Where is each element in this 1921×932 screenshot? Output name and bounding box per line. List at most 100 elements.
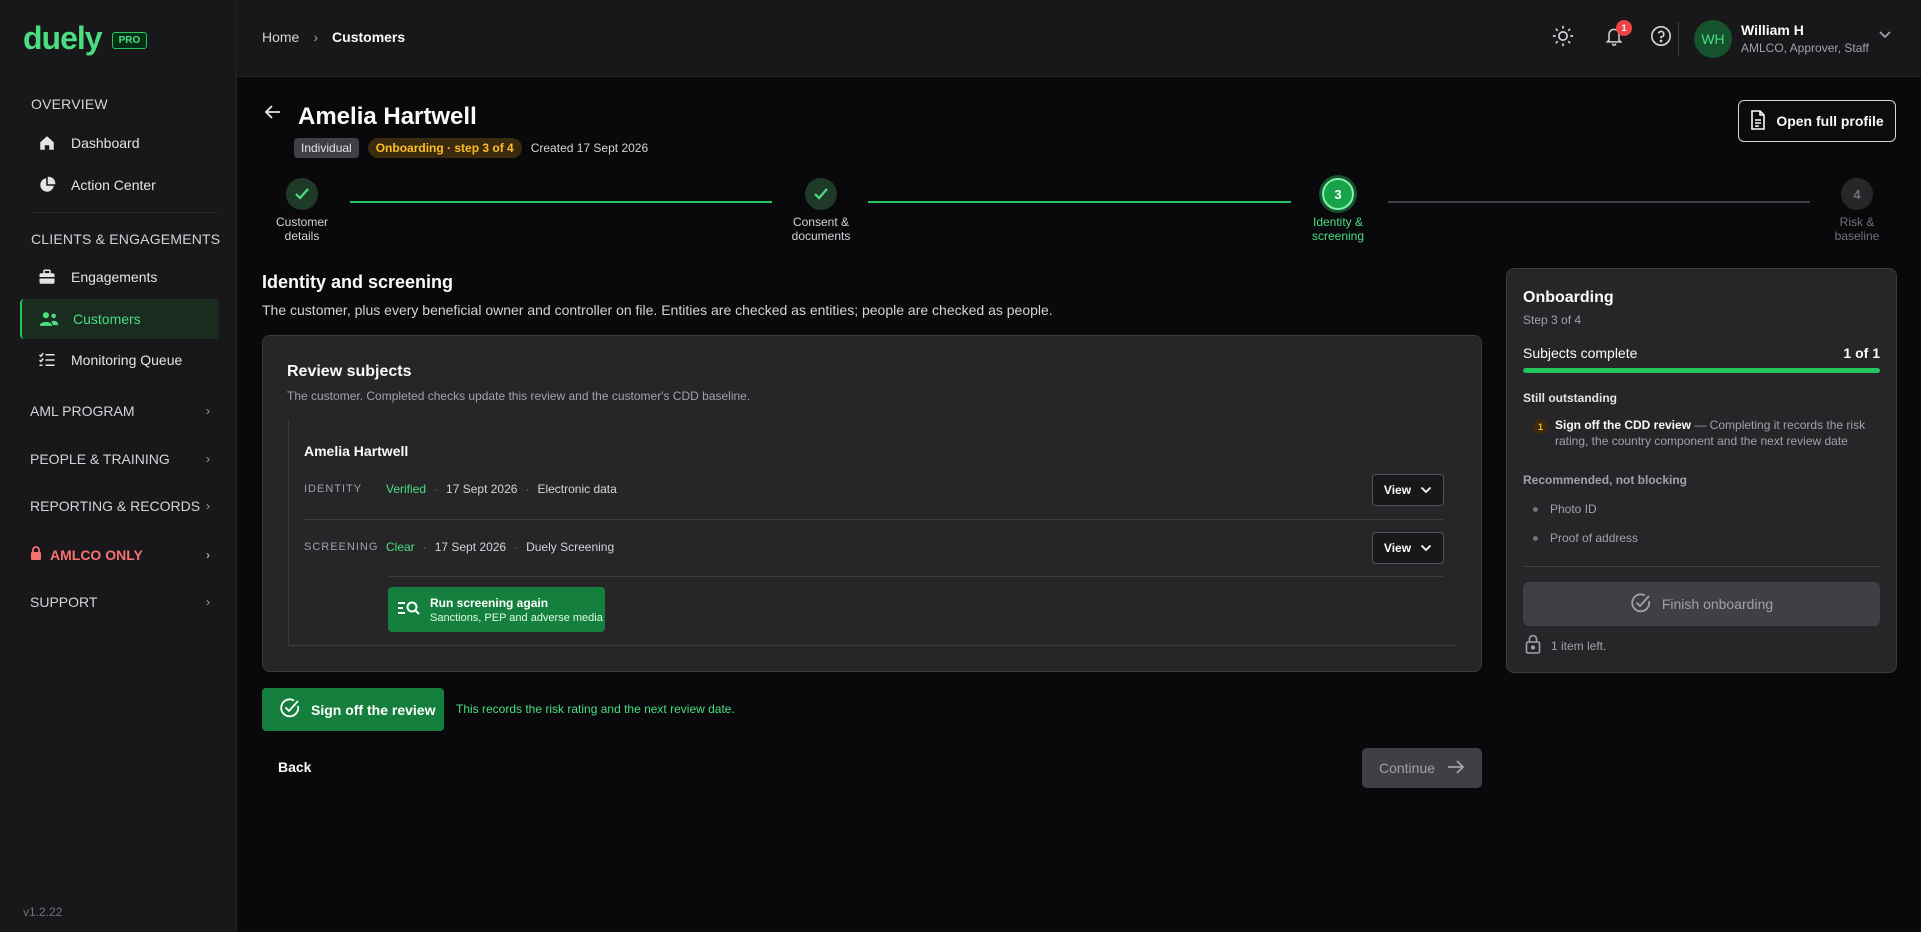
chevron-down-icon (1420, 486, 1432, 494)
pie-chart-icon (37, 175, 57, 195)
lock-icon (1525, 634, 1541, 657)
nav-divider (31, 212, 218, 213)
chevron-right-icon: › (206, 595, 210, 609)
chevron-down-icon (1420, 544, 1432, 552)
bullet (1533, 535, 1538, 541)
check-status: Clear (386, 540, 415, 554)
step-3-current[interactable]: 3 (1322, 178, 1354, 210)
notifications-bell-icon[interactable]: 1 (1602, 20, 1632, 48)
nav-group-amlco-label-wrap: AMLCO ONLY (30, 546, 143, 563)
check-source: Electronic data (537, 482, 617, 496)
nav-group-label: PEOPLE & TRAINING (30, 451, 170, 467)
step-2-check-icon[interactable] (805, 178, 837, 210)
nav-group-amlco-only[interactable]: AMLCO ONLY › (30, 546, 210, 563)
check-status: Verified (386, 482, 427, 496)
progress-bar (1523, 368, 1880, 373)
app-version: v1.2.22 (23, 905, 63, 919)
theme-toggle-sun-icon[interactable] (1551, 24, 1575, 48)
check-date: 17 Sept 2026 (446, 482, 518, 496)
back-button[interactable]: Back (278, 759, 311, 775)
topbar: Home › Customers 1 WH William H AMLCO, A… (237, 0, 1921, 77)
nav-group-aml-program[interactable]: AML PROGRAM › (30, 403, 210, 419)
check-date: 17 Sept 2026 (434, 540, 507, 554)
continue-button[interactable]: Continue (1362, 748, 1482, 788)
avatar[interactable]: WH (1694, 20, 1732, 58)
step-1-check-icon[interactable] (286, 178, 318, 210)
identity-view-button[interactable]: View (1372, 474, 1444, 506)
panel-divider (1523, 566, 1880, 567)
arrow-right-icon (1447, 759, 1465, 778)
run-screening-title: Run screening again (430, 595, 549, 610)
sign-off-note: This records the risk rating and the nex… (456, 702, 735, 716)
nav-section-overview: OVERVIEW (31, 96, 108, 112)
separator-dot: · (514, 540, 519, 554)
onboarding-step: Step 3 of 4 (1523, 313, 1582, 327)
sidebar-item-action-center[interactable]: Action Center (20, 165, 219, 205)
finish-onboarding-label: Finish onboarding (1661, 596, 1774, 612)
separator-dot: · (525, 482, 530, 496)
notification-count-badge: 1 (1616, 20, 1632, 36)
outstanding-heading: Still outstanding (1523, 391, 1617, 405)
sidebar-item-label: Engagements (71, 269, 158, 285)
separator-dot: · (422, 540, 427, 554)
sidebar-item-dashboard[interactable]: Dashboard (20, 123, 219, 163)
run-screening-subtitle: Sanctions, PEP and adverse media (430, 611, 603, 624)
step-label-line: Consent & (792, 215, 850, 229)
step-label-line: details (284, 229, 320, 243)
nav-group-support[interactable]: SUPPORT › (30, 594, 210, 610)
step-connector (350, 201, 772, 203)
nav-group-label: SUPPORT (30, 594, 98, 610)
open-full-profile-label: Open full profile (1776, 113, 1884, 129)
search-list-icon (398, 600, 420, 619)
check-label: SCREENING (304, 541, 379, 553)
nav-group-reporting-records[interactable]: REPORTING & RECORDS › (30, 498, 210, 514)
separator-dot: · (434, 482, 439, 496)
screening-view-button[interactable]: View (1372, 532, 1444, 564)
sidebar-item-label: Customers (73, 311, 141, 327)
recommended-item-label: Photo ID (1550, 502, 1597, 516)
step-label-line: Identity & (1312, 215, 1364, 229)
step-connector (868, 201, 1291, 203)
onboarding-panel: Onboarding Step 3 of 4 Subjects complete… (1506, 268, 1897, 673)
step-4-todo[interactable]: 4 (1841, 178, 1873, 210)
open-full-profile-button[interactable]: Open full profile (1738, 100, 1896, 142)
subject-panel: Amelia Hartwell IDENTITY Verified · 17 S… (288, 420, 1458, 646)
sidebar-item-monitoring-queue[interactable]: Monitoring Queue (20, 340, 219, 380)
check-source: Duely Screening (526, 540, 615, 554)
sidebar-item-engagements[interactable]: Engagements (20, 257, 219, 297)
sidebar-item-label: Action Center (71, 177, 156, 193)
step-label-line: Customer (275, 215, 328, 229)
sidebar-item-customers[interactable]: Customers (20, 299, 219, 339)
outstanding-item[interactable]: Sign off the CDD review — Completing it … (1555, 417, 1875, 449)
outstanding-number-badge: 1 (1533, 419, 1548, 434)
progress-bar-fill (1523, 368, 1880, 373)
customer-type-badge: Individual (294, 138, 359, 158)
breadcrumb-home[interactable]: Home (262, 29, 299, 45)
topbar-divider (1678, 22, 1679, 56)
recommended-item-label: Proof of address (1550, 531, 1639, 545)
help-icon[interactable] (1649, 24, 1673, 48)
identity-check-row: IDENTITY Verified · 17 Sept 2026 · Elect… (304, 469, 1444, 509)
recommended-item: Photo ID (1533, 502, 1597, 516)
step-1-label: Customer details (257, 215, 347, 243)
back-arrow-icon[interactable] (263, 102, 283, 125)
chevron-right-icon: › (206, 404, 210, 418)
step-4-label: Risk & baseline (1812, 215, 1902, 243)
customer-tags: Individual Onboarding · step 3 of 4 Crea… (294, 138, 648, 158)
user-name[interactable]: William H (1741, 22, 1804, 38)
run-screening-again-button[interactable]: Run screening again Sanctions, PEP and a… (388, 587, 605, 632)
brand-logo[interactable]: duely PRO (23, 20, 148, 56)
bullet (1533, 506, 1538, 512)
sign-off-review-button[interactable]: Sign off the review (262, 688, 444, 731)
nav-group-people-training[interactable]: PEOPLE & TRAINING › (30, 451, 210, 467)
progress-value: 1 of 1 (1843, 345, 1880, 361)
chevron-down-icon[interactable] (1878, 28, 1892, 43)
briefcase-icon (37, 267, 57, 287)
finish-onboarding-button[interactable]: Finish onboarding (1523, 582, 1880, 626)
status-badge: Onboarding · step 3 of 4 (367, 138, 522, 158)
brand-name: duely (23, 20, 103, 56)
run-screening-text: Run screening again Sanctions, PEP and a… (430, 596, 603, 624)
step-2-label: Consent & documents (776, 215, 866, 243)
lock-icon (30, 546, 42, 563)
nav-section-clients: CLIENTS & ENGAGEMENTS (31, 231, 221, 247)
